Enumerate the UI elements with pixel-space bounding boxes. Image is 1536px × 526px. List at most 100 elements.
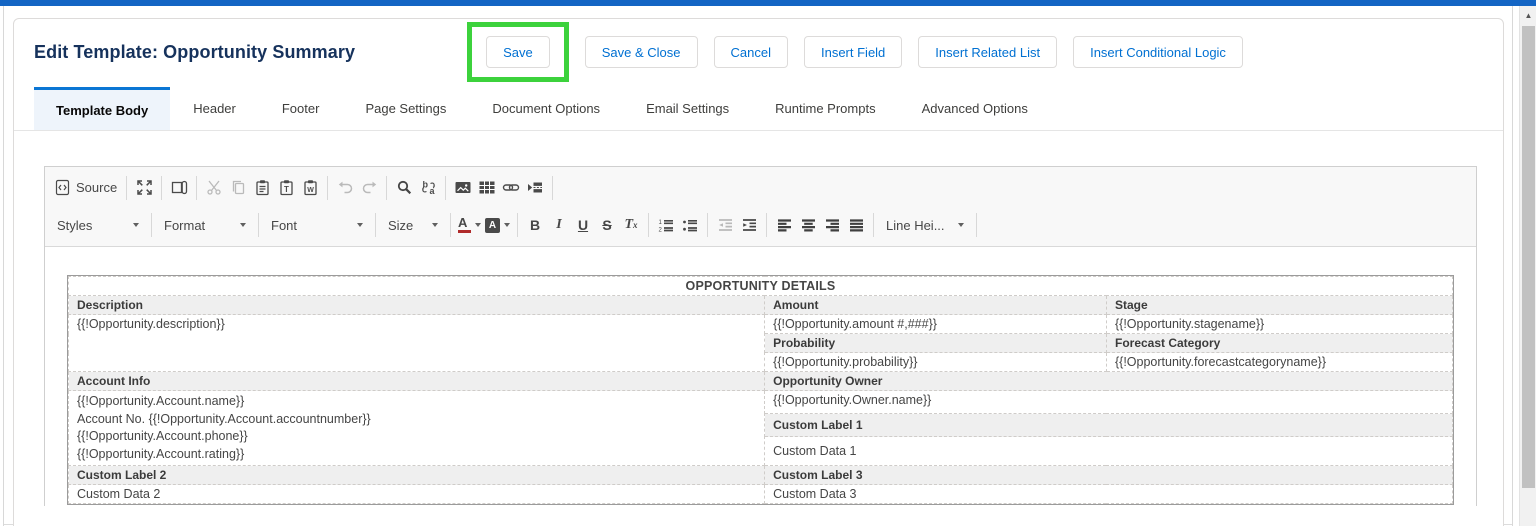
account-info-value-cell[interactable]: {{!Opportunity.Account.name}} Account No… [67, 390, 766, 466]
insert-image-icon[interactable] [451, 175, 475, 201]
vertical-scrollbar[interactable]: ▲ [1519, 6, 1536, 526]
insert-link-icon[interactable] [499, 175, 523, 201]
rich-text-editor: Source T W b a Styles Format Font Size A… [44, 166, 1477, 526]
custom-data-3-value-cell[interactable]: Custom Data 3 [764, 484, 1453, 504]
opportunity-owner-header-cell[interactable]: Opportunity Owner [764, 371, 1453, 391]
save-and-close-button[interactable]: Save & Close [584, 36, 698, 68]
probability-value-cell[interactable]: {{!Opportunity.probability}} [764, 352, 1107, 372]
align-right-icon[interactable] [820, 212, 844, 238]
tab-header[interactable]: Header [170, 87, 259, 130]
toolbar-separator [976, 213, 977, 237]
find-icon[interactable] [392, 175, 416, 201]
bulleted-list-icon[interactable] [678, 212, 702, 238]
save-button[interactable]: Save [486, 36, 550, 68]
svg-text:W: W [307, 187, 314, 194]
line-height-dropdown[interactable]: Line Hei... [879, 212, 971, 238]
font-dropdown[interactable]: Font [264, 212, 370, 238]
maximize-icon[interactable] [132, 175, 156, 201]
browser-top-strip [0, 0, 1536, 6]
background-color-button[interactable]: A [483, 212, 512, 238]
numbered-list-icon[interactable]: 1 2 [654, 212, 678, 238]
justify-icon[interactable] [844, 212, 868, 238]
remove-format-button[interactable]: Tx [619, 212, 643, 238]
toolbar-separator [196, 175, 198, 200]
source-button[interactable]: Source [50, 175, 121, 201]
undo-icon[interactable] [333, 175, 357, 201]
copy-icon[interactable] [226, 175, 250, 201]
account-phone-line: {{!Opportunity.Account.phone}} [77, 429, 248, 443]
format-dropdown-label: Format [164, 217, 206, 233]
show-blocks-icon[interactable] [167, 175, 191, 201]
description-header-cell[interactable]: Description [67, 295, 766, 315]
format-dropdown[interactable]: Format [157, 212, 253, 238]
toolbar-row-2: Styles Format Font Size A A B I U S T x … [50, 206, 1471, 244]
bold-button[interactable]: B [523, 212, 547, 238]
amount-value-cell[interactable]: {{!Opportunity.amount #,###}} [764, 314, 1107, 334]
custom-label-1-header-cell[interactable]: Custom Label 1 [764, 413, 1453, 438]
cut-icon[interactable] [202, 175, 226, 201]
line-height-dropdown-label: Line Hei... [886, 217, 945, 233]
tab-page-settings[interactable]: Page Settings [342, 87, 469, 130]
amount-header-cell[interactable]: Amount [764, 295, 1107, 315]
edit-template-card: Edit Template: Opportunity Summary Save … [13, 18, 1504, 526]
page-break-icon[interactable] [523, 175, 547, 201]
insert-field-button[interactable]: Insert Field [803, 36, 903, 68]
stage-header-cell[interactable]: Stage [1105, 295, 1454, 315]
size-dropdown[interactable]: Size [381, 212, 445, 238]
opportunity-owner-value-cell[interactable]: {{!Opportunity.Owner.name}} [764, 389, 1453, 415]
page-title: Edit Template: Opportunity Summary [34, 41, 356, 62]
paste-plain-text-icon[interactable]: T [274, 175, 298, 201]
replace-icon[interactable]: b a [416, 175, 440, 201]
stage-value-cell[interactable]: {{!Opportunity.stagename}} [1105, 314, 1454, 334]
tab-footer[interactable]: Footer [259, 87, 343, 130]
toolbar-separator [707, 213, 708, 237]
editor-toolbar: Source T W b a Styles Format Font Size A… [45, 167, 1476, 247]
tab-bar: Template Body Header Footer Page Setting… [14, 87, 1503, 131]
chevron-down-icon [504, 223, 510, 227]
save-button-highlight-annotation: Save [467, 22, 569, 82]
increase-indent-icon[interactable] [737, 212, 761, 238]
paste-icon[interactable] [250, 175, 274, 201]
chevron-down-icon [357, 223, 363, 227]
custom-label-3-header-cell[interactable]: Custom Label 3 [764, 465, 1453, 485]
probability-header-cell[interactable]: Probability [764, 333, 1107, 353]
description-value-cell[interactable]: {{!Opportunity.description}} [67, 314, 766, 372]
custom-data-2-value-cell[interactable]: Custom Data 2 [67, 484, 766, 504]
align-left-icon[interactable] [772, 212, 796, 238]
toolbar-separator [445, 175, 447, 200]
tab-runtime-prompts[interactable]: Runtime Prompts [752, 87, 898, 130]
insert-conditional-logic-button[interactable]: Insert Conditional Logic [1073, 36, 1243, 68]
custom-label-2-header-cell[interactable]: Custom Label 2 [67, 465, 766, 485]
forecast-category-value-cell[interactable]: {{!Opportunity.forecastcategoryname}} [1105, 352, 1454, 372]
decrease-indent-icon[interactable] [713, 212, 737, 238]
toolbar-separator [161, 175, 163, 200]
tab-document-options[interactable]: Document Options [469, 87, 623, 130]
forecast-category-header-cell[interactable]: Forecast Category [1105, 333, 1454, 353]
account-info-header-cell[interactable]: Account Info [67, 371, 766, 391]
custom-data-1-value-cell[interactable]: Custom Data 1 [764, 436, 1453, 466]
svg-text:T: T [284, 185, 289, 194]
insert-table-icon[interactable] [475, 175, 499, 201]
size-dropdown-label: Size [388, 217, 414, 233]
editor-content-area[interactable]: OPPORTUNITY DETAILS Description Amount S… [45, 247, 1476, 526]
scrollbar-thumb[interactable] [1522, 26, 1535, 488]
opportunity-details-table: OPPORTUNITY DETAILS Description Amount S… [67, 275, 1454, 505]
tab-template-body[interactable]: Template Body [34, 87, 171, 130]
tab-email-settings[interactable]: Email Settings [623, 87, 752, 130]
styles-dropdown[interactable]: Styles [50, 212, 146, 238]
text-color-button[interactable]: A [456, 212, 483, 238]
scrollbar-up-arrow-icon[interactable]: ▲ [1520, 6, 1536, 24]
table-banner[interactable]: OPPORTUNITY DETAILS [68, 276, 1453, 296]
source-button-label: Source [76, 180, 118, 195]
cancel-button[interactable]: Cancel [713, 36, 788, 68]
page-frame-left-border [3, 6, 4, 526]
insert-related-list-button[interactable]: Insert Related List [918, 36, 1058, 68]
toolbar-separator [126, 175, 128, 200]
strikethrough-button[interactable]: S [595, 212, 619, 238]
align-center-icon[interactable] [796, 212, 820, 238]
tab-advanced-options[interactable]: Advanced Options [899, 87, 1051, 130]
redo-icon[interactable] [357, 175, 381, 201]
underline-button[interactable]: U [571, 212, 595, 238]
paste-from-word-icon[interactable]: W [298, 175, 322, 201]
italic-button[interactable]: I [547, 212, 571, 238]
